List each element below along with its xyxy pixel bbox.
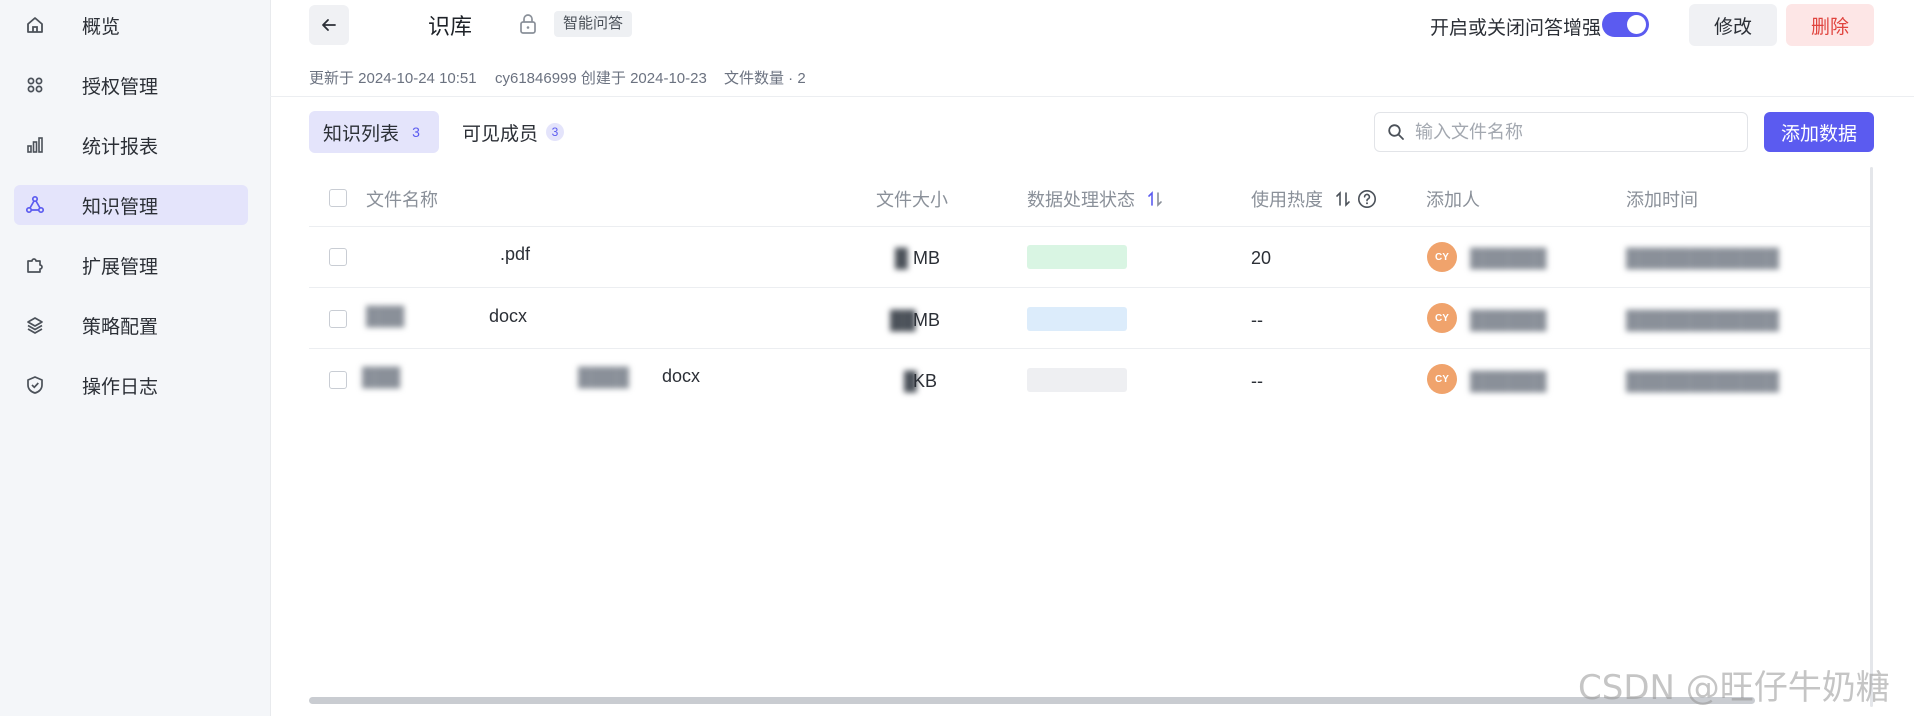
back-button[interactable] (309, 5, 349, 45)
added-by-name: ██████ (1470, 371, 1547, 391)
row-divider (309, 348, 1873, 349)
page-title: 识库 (428, 14, 473, 39)
sort-icon[interactable] (1147, 190, 1163, 208)
file-name[interactable]: docx (489, 306, 527, 327)
col-header-label: 数据处理状态 (1027, 190, 1135, 210)
avatar: CY (1427, 242, 1457, 272)
sort-icon[interactable] (1335, 190, 1351, 208)
select-all-checkbox[interactable] (329, 189, 347, 207)
col-header-name: 文件名称 (366, 190, 438, 210)
add-data-button[interactable]: 添加数据 (1764, 112, 1874, 152)
sidebar-item-policy[interactable]: 策略配置 (14, 305, 248, 345)
file-name[interactable]: .pdf (500, 244, 530, 265)
file-count: 文件数量 · 2 (724, 70, 806, 87)
added-time: ████████████ (1626, 248, 1780, 268)
tab-knowledge-list[interactable]: 知识列表 3 (309, 111, 440, 153)
tab-label: 可见成员 (462, 123, 539, 145)
header-row-divider (309, 226, 1873, 227)
row-checkbox[interactable] (329, 310, 347, 328)
shield-check-icon (24, 374, 46, 396)
added-time: ████████████ (1626, 310, 1780, 330)
file-size-value: ██ (890, 310, 916, 330)
col-header-size: 文件大小 (876, 190, 948, 210)
file-size-unit: KB (913, 371, 938, 391)
bar-chart-icon (24, 134, 46, 156)
qa-enhance-label: 开启或关闭问答增强 (1430, 18, 1602, 39)
watermark: CSDN @旺仔牛奶糖 (1578, 668, 1890, 708)
tab-count: 3 (546, 123, 565, 141)
file-name[interactable]: docx (662, 366, 700, 387)
tab-count: 3 (412, 124, 420, 140)
created-info: cy61846999 创建于 2024-10-23 (495, 70, 707, 87)
qa-enhance-toggle[interactable] (1602, 12, 1649, 37)
col-header-heat[interactable]: 使用热度 (1251, 186, 1377, 212)
table-vertical-scrollbar[interactable] (1870, 167, 1873, 707)
avatar: CY (1427, 364, 1457, 394)
tab-visible-members[interactable]: 可见成员 3 (448, 111, 578, 153)
usage-heat: 20 (1251, 248, 1272, 268)
updated-time: 更新于 2024-10-24 10:51 (309, 70, 477, 87)
usage-heat: -- (1251, 371, 1263, 391)
sidebar: 概览 授权管理 统计报表 知识管理 扩展管理 策略配置 操作日志 (0, 0, 271, 716)
added-by-name: ██████ (1470, 310, 1547, 330)
sidebar-item-knowledge[interactable]: 知识管理 (14, 185, 248, 225)
grid-icon (24, 74, 46, 96)
avatar: CY (1427, 303, 1457, 333)
row-divider (309, 287, 1873, 288)
search-input[interactable] (1413, 120, 1737, 144)
file-name-middle: ████ (578, 367, 630, 387)
sidebar-item-logs[interactable]: 操作日志 (14, 365, 248, 405)
col-header-label: 使用热度 (1251, 190, 1323, 210)
file-size-unit: MB (913, 248, 940, 268)
sidebar-item-authorization[interactable]: 授权管理 (14, 65, 248, 105)
search-box (1374, 112, 1748, 152)
puzzle-icon (24, 254, 46, 276)
sidebar-item-label: 授权管理 (82, 76, 159, 98)
sidebar-item-extensions[interactable]: 扩展管理 (14, 245, 248, 285)
delete-button[interactable]: 删除 (1786, 4, 1874, 46)
status-badge (1027, 245, 1127, 269)
status-badge (1027, 368, 1127, 392)
toggle-knob (1627, 15, 1646, 34)
sidebar-item-reports[interactable]: 统计报表 (14, 125, 248, 165)
usage-heat: -- (1251, 310, 1263, 330)
file-name-prefix: ███ (366, 306, 405, 326)
search-icon (1387, 123, 1405, 141)
type-tag: 智能问答 (554, 11, 633, 37)
col-header-added-by: 添加人 (1426, 190, 1480, 210)
sidebar-item-label: 操作日志 (82, 376, 159, 398)
added-by-name: ██████ (1470, 248, 1547, 268)
file-name-prefix: ███ (362, 367, 401, 387)
col-header-status[interactable]: 数据处理状态 (1027, 186, 1163, 212)
added-time: ████████████ (1626, 371, 1780, 391)
lock-icon (518, 13, 538, 40)
sidebar-item-label: 概览 (82, 16, 121, 38)
sidebar-item-label: 策略配置 (82, 316, 159, 338)
layers-icon (24, 314, 46, 336)
status-badge (1027, 307, 1127, 331)
file-size-unit: MB (913, 310, 940, 330)
help-icon[interactable] (1357, 189, 1377, 209)
nodes-icon (24, 194, 46, 216)
arrow-left-icon (322, 19, 336, 31)
home-icon (24, 14, 46, 36)
sidebar-item-label: 统计报表 (82, 136, 159, 158)
sidebar-item-overview[interactable]: 概览 (14, 5, 248, 45)
row-checkbox[interactable] (329, 371, 347, 389)
table-horizontal-scrollbar[interactable] (309, 697, 1755, 704)
col-header-added-time: 添加时间 (1626, 190, 1698, 210)
row-checkbox[interactable] (329, 248, 347, 266)
header-divider (270, 96, 1914, 97)
sidebar-item-label: 扩展管理 (82, 256, 159, 278)
tab-label: 知识列表 (323, 123, 400, 145)
edit-button[interactable]: 修改 (1689, 4, 1777, 46)
file-size-value: █ (895, 248, 908, 268)
sidebar-item-label: 知识管理 (82, 196, 159, 218)
